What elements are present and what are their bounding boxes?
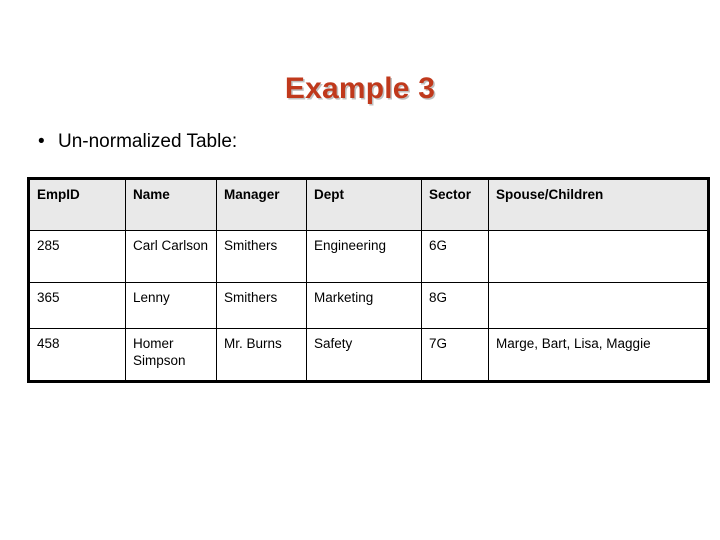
table-row: 365 Lenny Smithers Marketing 8G [28, 282, 709, 329]
cell-sector: 7G [421, 328, 489, 382]
cell-dept: Marketing [306, 282, 422, 329]
cell-spouse-children [488, 282, 709, 329]
page-title: Example 3 [284, 72, 436, 105]
table-header-row: EmpID Name Manager Dept Sector Spouse/Ch… [28, 178, 709, 231]
table-row: 285 Carl Carlson Smithers Engineering 6G [28, 230, 709, 283]
column-header-name: Name [125, 178, 217, 231]
cell-name: Lenny [125, 282, 217, 329]
cell-dept: Engineering [306, 230, 422, 283]
column-header-spouse-children: Spouse/Children [488, 178, 709, 231]
column-header-sector: Sector [421, 178, 489, 231]
cell-spouse-children: Marge, Bart, Lisa, Maggie [488, 328, 709, 382]
slide-canvas: Example 3 • Un-normalized Table: EmpID N… [0, 0, 720, 540]
column-header-empid: EmpID [28, 178, 126, 231]
cell-manager: Smithers [216, 230, 307, 283]
cell-sector: 6G [421, 230, 489, 283]
cell-name: Homer Simpson [125, 328, 217, 382]
bullet-item-label: Un-normalized Table: [58, 131, 238, 152]
table-row: 458 Homer Simpson Mr. Burns Safety 7G Ma… [28, 328, 709, 382]
cell-sector: 8G [421, 282, 489, 329]
bullet-list-item: • Un-normalized Table: [38, 131, 237, 153]
cell-manager: Smithers [216, 282, 307, 329]
column-header-manager: Manager [216, 178, 307, 231]
bullet-point-icon: • [38, 131, 45, 152]
cell-spouse-children [488, 230, 709, 283]
cell-dept: Safety [306, 328, 422, 382]
cell-empid: 458 [28, 328, 126, 382]
employee-table: EmpID Name Manager Dept Sector Spouse/Ch… [27, 177, 710, 383]
unnormalized-table-container: EmpID Name Manager Dept Sector Spouse/Ch… [27, 177, 710, 383]
cell-name: Carl Carlson [125, 230, 217, 283]
cell-empid: 365 [28, 282, 126, 329]
cell-manager: Mr. Burns [216, 328, 307, 382]
column-header-dept: Dept [306, 178, 422, 231]
cell-empid: 285 [28, 230, 126, 283]
